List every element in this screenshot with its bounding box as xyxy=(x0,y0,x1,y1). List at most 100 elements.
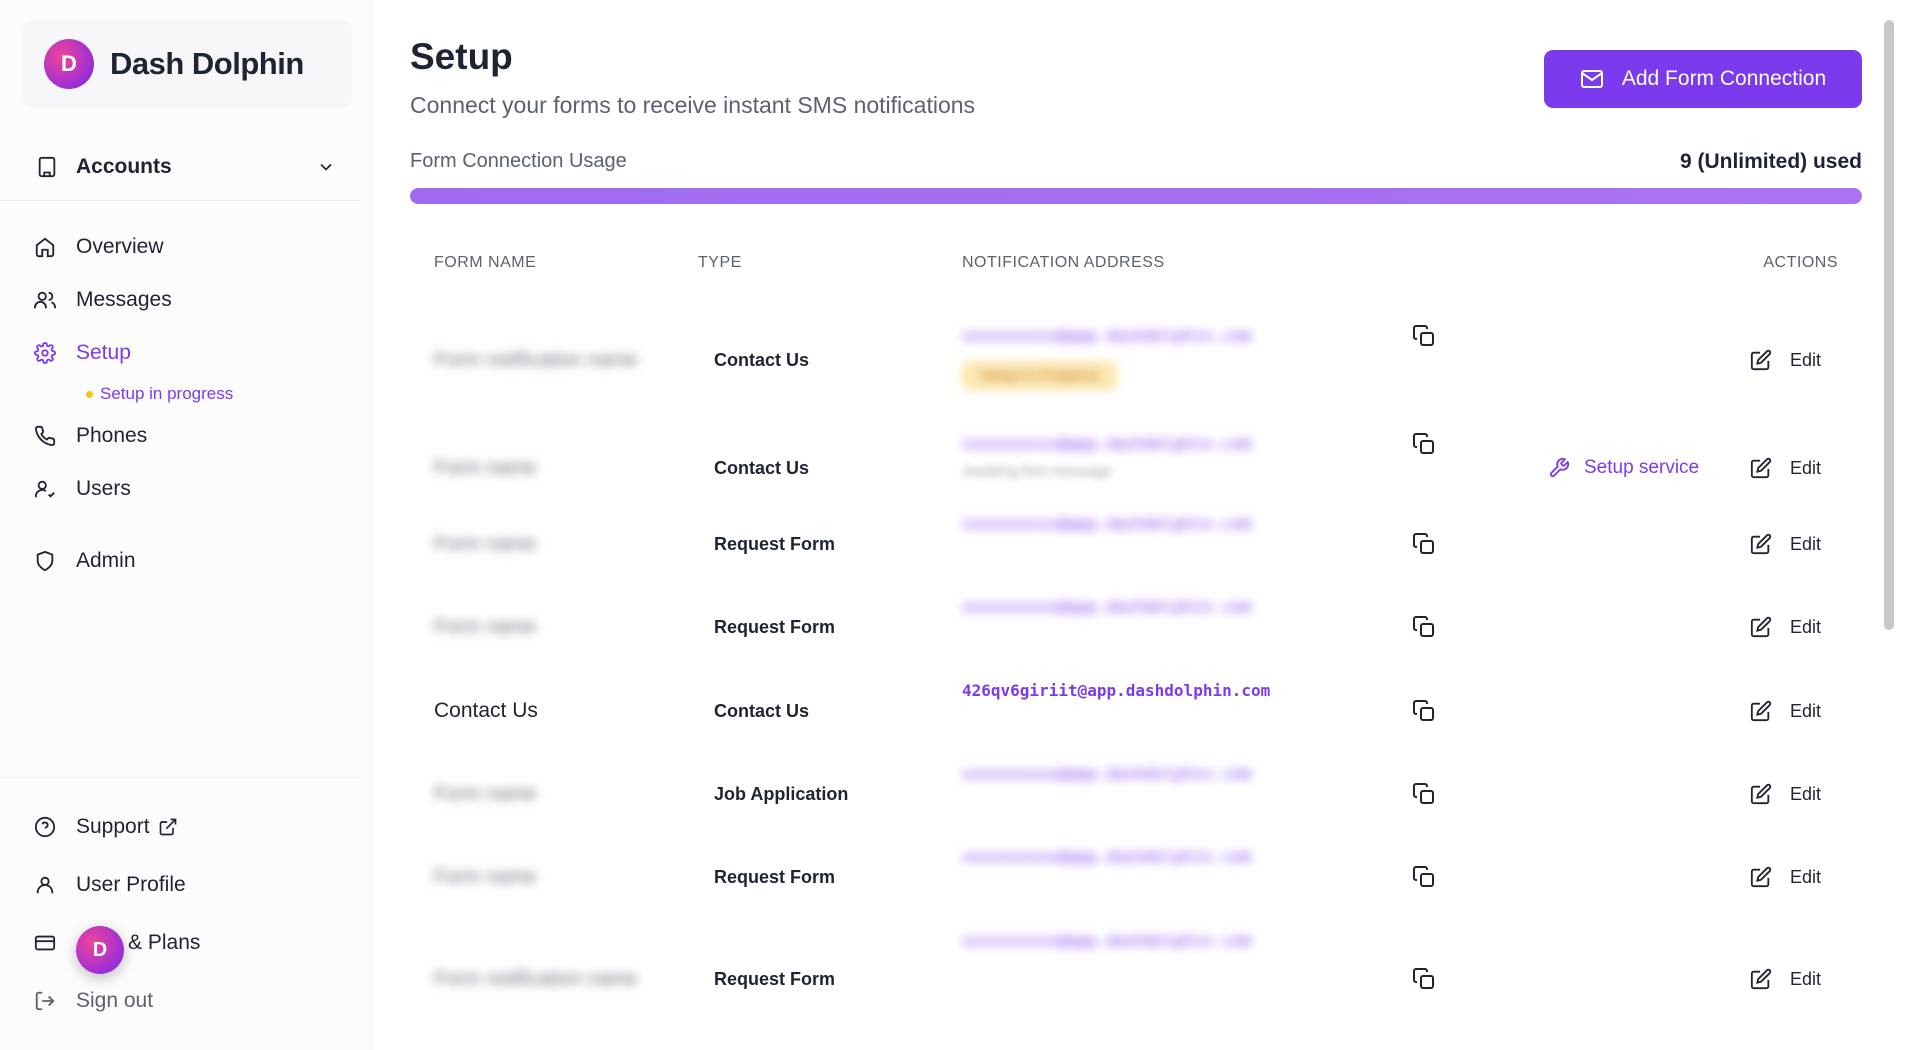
edit-label: Edit xyxy=(1790,616,1822,637)
form-name-cell: Form name xyxy=(434,764,664,824)
notification-address[interactable]: xxxxxxxxxx@app.dashdolphin.com xyxy=(962,764,1251,783)
type-cell: Request Form xyxy=(714,931,835,1027)
notification-address[interactable]: xxxxxxxxxx@app.dashdolphin.com xyxy=(962,514,1251,533)
edit-button[interactable]: Edit xyxy=(1750,312,1821,408)
copy-address-button[interactable] xyxy=(1412,597,1436,657)
form-type: Contact Us xyxy=(714,700,810,721)
setup-status-label: Setup in progress xyxy=(100,384,234,403)
copy-address-button[interactable] xyxy=(1412,931,1436,1027)
copy-address-button[interactable] xyxy=(1412,324,1436,348)
nav-item-users[interactable]: Users xyxy=(22,466,352,512)
nav-item-overview[interactable]: Overview xyxy=(22,224,352,270)
nav-label: & Plans xyxy=(128,931,201,954)
copy-address-button[interactable] xyxy=(1412,514,1436,574)
form-name: Form name xyxy=(434,865,537,888)
scrollbar[interactable] xyxy=(1884,20,1894,630)
header-type: TYPE xyxy=(698,254,742,271)
edit-button[interactable]: Edit xyxy=(1750,597,1821,657)
copy-address-button[interactable] xyxy=(1412,847,1436,907)
setup-status: Setup in progress xyxy=(86,384,233,404)
nav-item-setup[interactable]: Setup xyxy=(22,330,352,376)
form-type: Request Form xyxy=(714,533,836,554)
status-badge: Setup in Progress xyxy=(962,361,1118,390)
nav-item-sign-out[interactable]: Sign out xyxy=(22,978,352,1024)
form-name: Form notification name xyxy=(434,348,638,371)
divider xyxy=(0,777,360,778)
wrench-icon xyxy=(1548,457,1570,479)
header-actions: ACTIONS xyxy=(1763,254,1838,271)
floating-logo-avatar[interactable]: D xyxy=(76,926,124,974)
form-name: Contact Us xyxy=(434,699,538,722)
edit-label: Edit xyxy=(1790,700,1822,721)
edit-label: Edit xyxy=(1790,866,1822,887)
type-cell: Contact Us xyxy=(714,420,809,516)
notification-address[interactable]: xxxxxxxxxx@app.dashdolphin.com xyxy=(962,931,1251,950)
edit-icon xyxy=(1750,866,1772,888)
notification-address[interactable]: 426qv6giriit@app.dashdolphin.com xyxy=(962,681,1270,700)
form-name-cell: Form name xyxy=(434,420,664,516)
setup-service-label: Setup service xyxy=(1584,457,1700,478)
address-cell: xxxxxxxxxx@app.dashdolphin.com xyxy=(962,931,1251,1027)
nav-item-phones[interactable]: Phones xyxy=(22,413,352,459)
status-dot xyxy=(86,390,93,398)
address-subnote: Awaiting first message xyxy=(962,463,1112,480)
nav-label: Users xyxy=(76,477,131,500)
accounts-dropdown[interactable]: Accounts xyxy=(22,135,352,199)
edit-button[interactable]: Edit xyxy=(1750,764,1821,824)
users-icon xyxy=(34,289,56,311)
edit-button[interactable]: Edit xyxy=(1750,847,1821,907)
form-type: Request Form xyxy=(714,866,836,887)
copy-address-button[interactable] xyxy=(1412,681,1436,741)
nav-item-messages[interactable]: Messages xyxy=(22,277,352,323)
home-icon xyxy=(34,236,56,258)
user-icon xyxy=(34,874,56,896)
nav-item-support[interactable]: Support xyxy=(22,804,352,850)
copy-address-button[interactable] xyxy=(1412,764,1436,824)
notification-address[interactable]: xxxxxxxxxx@app.dashdolphin.com xyxy=(962,434,1251,453)
edit-button[interactable]: Edit xyxy=(1750,514,1821,574)
nav-item-user-profile[interactable]: User Profile xyxy=(22,862,352,908)
type-cell: Request Form xyxy=(714,847,835,907)
copy-icon xyxy=(1412,865,1436,889)
copy-icon xyxy=(1412,532,1436,556)
form-type: Job Application xyxy=(714,783,849,804)
notification-address[interactable]: xxxxxxxxxx@app.dashdolphin.com xyxy=(962,326,1251,345)
copy-address-button[interactable] xyxy=(1412,432,1436,456)
form-name: Form name xyxy=(434,532,537,555)
nav-item-admin[interactable]: Admin xyxy=(22,538,352,584)
shield-icon xyxy=(34,550,56,572)
edit-button[interactable]: Edit xyxy=(1750,420,1821,516)
nav-item-billing-plans[interactable]: & Plans xyxy=(22,920,352,966)
table-row: Form notification name Request Form xxxxxx… xyxy=(410,931,1862,1027)
address-cell: xxxxxxxxxx@app.dashdolphin.com Setup in P… xyxy=(962,326,1251,390)
form-name-cell: Form notification name xyxy=(434,312,664,408)
chevron-down-icon xyxy=(316,157,336,177)
edit-button[interactable]: Edit xyxy=(1750,931,1821,1027)
copy-icon xyxy=(1412,615,1436,639)
brand[interactable]: D Dash Dolphin xyxy=(22,20,352,108)
accounts-label: Accounts xyxy=(76,155,172,178)
notification-address[interactable]: xxxxxxxxxx@app.dashdolphin.com xyxy=(962,847,1251,866)
form-name-cell: Form name xyxy=(434,847,664,907)
phone-icon xyxy=(34,425,56,447)
nav-label: Admin xyxy=(76,549,136,572)
building-icon xyxy=(36,156,58,178)
type-cell: Contact Us xyxy=(714,312,809,408)
user-check-icon xyxy=(34,478,56,500)
help-circle-icon xyxy=(34,816,56,838)
dolphin-logo-icon: D xyxy=(44,39,94,89)
edit-label: Edit xyxy=(1790,457,1822,478)
form-name-cell: Form name xyxy=(434,597,664,657)
edit-label: Edit xyxy=(1790,349,1822,370)
notification-address[interactable]: xxxxxxxxxx@app.dashdolphin.com xyxy=(962,597,1251,616)
usage-label: Form Connection Usage xyxy=(410,150,627,172)
edit-button[interactable]: Edit xyxy=(1750,681,1821,741)
type-cell: Contact Us xyxy=(714,681,809,741)
setup-service-button[interactable]: Setup service xyxy=(1548,420,1699,516)
form-name-cell: Form notification name xyxy=(434,931,664,1027)
address-cell: xxxxxxxxxx@app.dashdolphin.com Awaiting f… xyxy=(962,434,1251,480)
sign-out-icon xyxy=(34,990,56,1012)
add-form-connection-button[interactable]: Add Form Connection xyxy=(1544,50,1862,108)
address-cell: xxxxxxxxxx@app.dashdolphin.com xyxy=(962,514,1251,574)
nav-label: Sign out xyxy=(76,989,154,1012)
